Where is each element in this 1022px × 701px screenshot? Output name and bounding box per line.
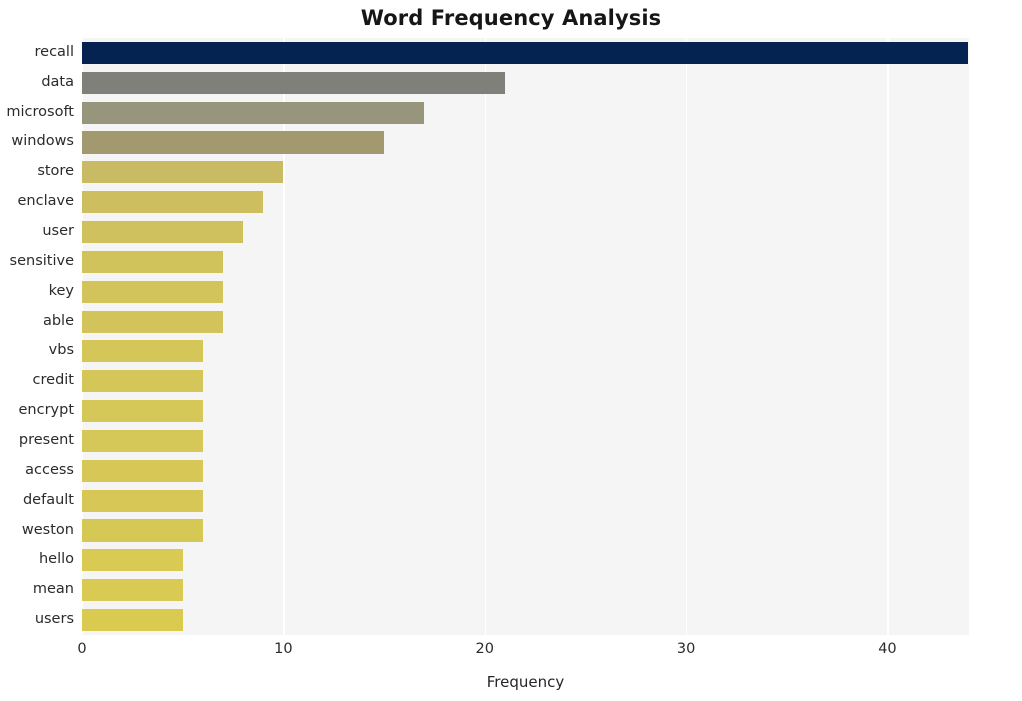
bar-row (82, 250, 969, 273)
y-tick-label-mean: mean (32, 581, 74, 598)
bar-weston[interactable] (82, 519, 203, 542)
bar-default[interactable] (82, 489, 203, 512)
y-tick-label-access: access (25, 461, 74, 478)
x-tick-label-0: 0 (77, 641, 87, 657)
bar-credit[interactable] (82, 370, 203, 393)
bars-layer (82, 38, 969, 635)
y-axis-tick-labels: recall data microsoft windows store enclave us… (0, 38, 74, 635)
y-tick-label-data: data (41, 73, 74, 90)
y-tick-label-windows: windows (11, 133, 74, 150)
y-tick-label-enclave: enclave (17, 193, 75, 210)
word-frequency-bar-chart-figure: Word Frequency Analysis recall data micros… (0, 0, 1022, 701)
x-tick-label-30: 30 (676, 641, 696, 657)
y-tick-label-encrypt: encrypt (18, 402, 74, 419)
bar-row (82, 191, 969, 214)
bar-row (82, 340, 969, 363)
bar-row (82, 489, 969, 512)
bar-key[interactable] (82, 280, 223, 303)
bar-row (82, 71, 969, 94)
bar-windows[interactable] (82, 131, 385, 154)
bar-row (82, 549, 969, 572)
y-tick-label-key: key (48, 282, 74, 299)
bar-row (82, 429, 969, 452)
bar-hello[interactable] (82, 549, 183, 572)
bar-row (82, 41, 969, 64)
bar-row (82, 519, 969, 542)
bar-microsoft[interactable] (82, 101, 425, 124)
bar-present[interactable] (82, 429, 203, 452)
bar-row (82, 280, 969, 303)
bar-sensitive[interactable] (82, 250, 223, 273)
x-tick-label-40: 40 (878, 641, 897, 657)
y-tick-label-hello: hello (38, 551, 74, 568)
bar-users[interactable] (82, 609, 183, 632)
bar-row (82, 609, 969, 632)
y-tick-label-user: user (42, 223, 74, 240)
y-tick-label-microsoft: microsoft (6, 103, 74, 120)
x-axis-label: Frequency (486, 673, 565, 691)
bar-row (82, 131, 969, 154)
bar-able[interactable] (82, 310, 223, 333)
y-tick-label-weston: weston (21, 521, 74, 538)
bar-row (82, 579, 969, 602)
bar-row (82, 101, 969, 124)
bar-user[interactable] (82, 220, 244, 244)
bar-access[interactable] (82, 459, 203, 482)
y-tick-label-store: store (37, 163, 74, 180)
x-tick-label-10: 10 (274, 641, 293, 657)
bar-recall[interactable] (82, 41, 968, 64)
bar-vbs[interactable] (82, 340, 203, 363)
y-tick-label-sensitive: sensitive (9, 252, 74, 269)
plot-area (82, 38, 969, 635)
y-tick-label-able: able (42, 312, 74, 329)
bar-store[interactable] (82, 161, 284, 184)
bar-row (82, 310, 969, 333)
y-tick-label-credit: credit (32, 372, 74, 389)
x-tick-label-20: 20 (475, 641, 494, 657)
bar-row (82, 400, 969, 423)
x-axis-tick-labels: 0 10 20 30 40 (77, 641, 969, 665)
y-tick-label-default: default (22, 491, 74, 508)
y-tick-label-recall: recall (34, 43, 74, 60)
bar-enclave[interactable] (82, 191, 264, 214)
y-tick-label-present: present (18, 431, 74, 448)
bar-row (82, 161, 969, 184)
bar-row (82, 220, 969, 244)
bar-encrypt[interactable] (82, 400, 203, 423)
bar-mean[interactable] (82, 579, 183, 602)
bar-row (82, 370, 969, 393)
bar-row (82, 459, 969, 482)
chart-title: Word Frequency Analysis (360, 6, 662, 30)
y-tick-label-vbs: vbs (48, 342, 74, 359)
y-tick-label-users: users (34, 611, 74, 628)
bar-data[interactable] (82, 71, 505, 94)
